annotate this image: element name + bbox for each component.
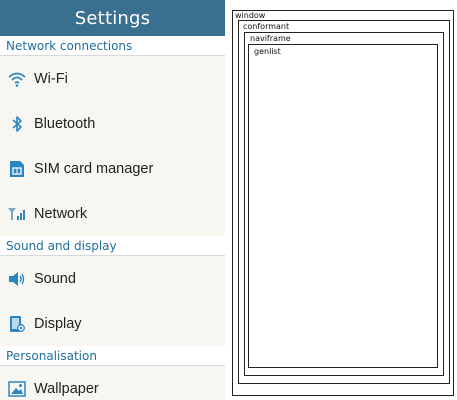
settings-item-label: Display [34,315,82,332]
settings-item-label: Wallpaper [34,380,99,397]
sound-icon [7,269,27,289]
settings-item-display[interactable]: Display [0,301,225,346]
settings-item-label: SIM card manager [34,160,154,177]
genlist-box [248,44,438,368]
genlist-label: genlist [254,47,281,56]
section-header-network: Network connections [0,36,225,56]
settings-item-wallpaper[interactable]: Wallpaper [0,366,225,400]
conformant-label: conformant [243,22,290,31]
page-title: Settings [74,7,151,29]
window-label: window [235,11,266,20]
widget-hierarchy-diagram: window conformant naviframe genlist [228,0,457,400]
display-icon [7,314,27,334]
settings-item-label: Wi-Fi [34,70,68,87]
settings-item-label: Network [34,205,88,222]
section-header-personalisation: Personalisation [0,346,225,366]
sim-card-icon [7,159,27,179]
settings-item-sound[interactable]: Sound [0,256,225,301]
title-bar: Settings [0,0,225,36]
naviframe-label: naviframe [250,34,291,43]
settings-item-network[interactable]: Network [0,191,225,236]
wifi-icon [7,69,27,89]
settings-item-sim-card-manager[interactable]: SIM card manager [0,146,225,191]
settings-item-wifi[interactable]: Wi-Fi [0,56,225,101]
wallpaper-icon [7,379,27,399]
settings-item-label: Sound [34,270,76,287]
bluetooth-icon [7,114,27,134]
settings-item-label: Bluetooth [34,115,96,132]
section-header-sound-display: Sound and display [0,236,225,256]
settings-screen: Settings Network connections Wi-Fi Bluet… [0,0,225,400]
network-signal-icon [7,204,27,224]
settings-item-bluetooth[interactable]: Bluetooth [0,101,225,146]
